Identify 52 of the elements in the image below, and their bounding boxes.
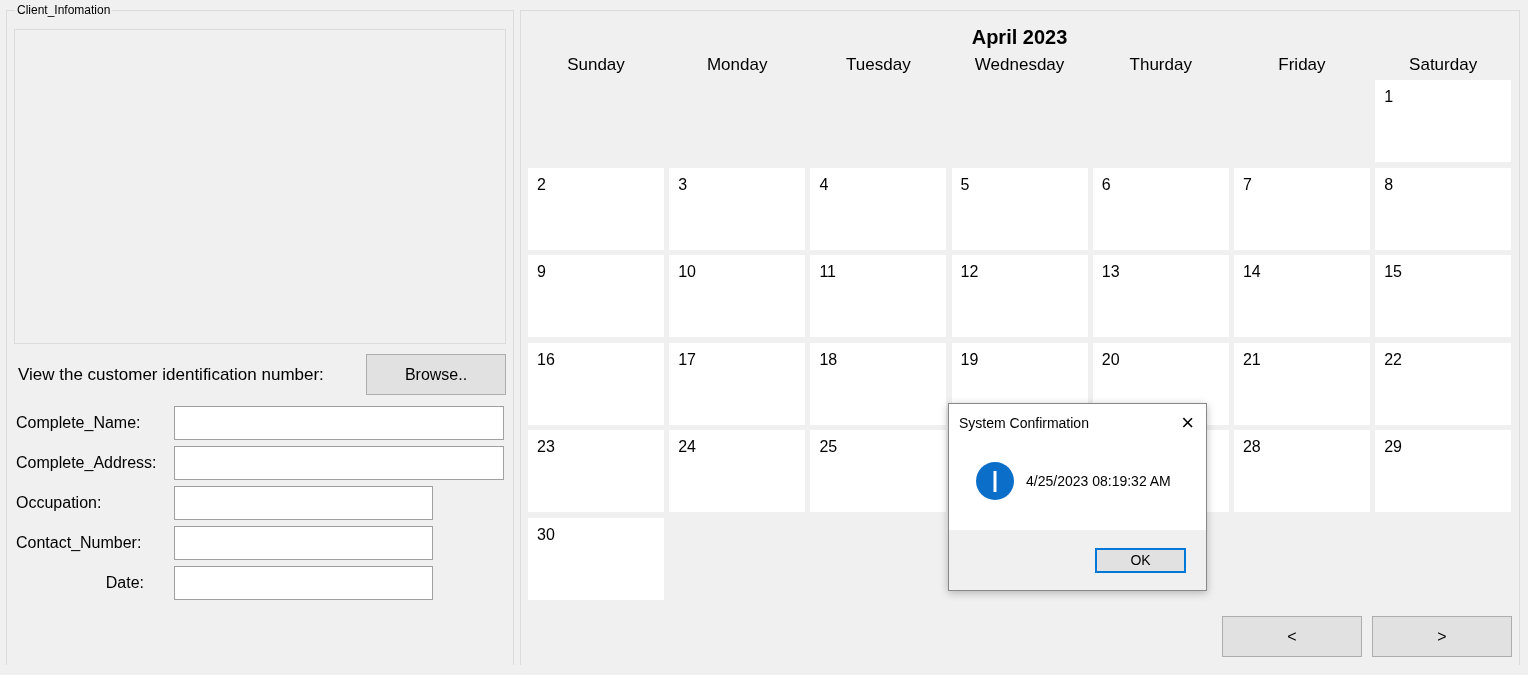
weekday-label: Tuesday [845,55,912,75]
field-label: Complete_Address: [15,454,158,472]
day-cell[interactable]: 6 [1092,167,1229,250]
day-cell[interactable]: 15 [1375,255,1512,337]
field-label: Date: [104,574,145,592]
day-cell[interactable]: 7 [1233,167,1370,250]
id-prompt-label: View the customer identification number: [18,364,324,385]
day-cell[interactable]: 10 [669,255,806,337]
weekday-label: Wednesday [973,55,1066,75]
day-cell[interactable]: 22 [1375,342,1512,425]
day-cell[interactable]: 2 [528,167,664,250]
day-cell[interactable]: 11 [810,255,947,337]
previous-button[interactable]: < [1222,616,1362,657]
day-cell[interactable]: 4 [810,167,947,250]
day-cell[interactable]: 23 [528,430,664,512]
day-cell[interactable]: 3 [669,167,806,250]
dialog-message: 4/25/2023 08:19:32 AM [1026,473,1171,489]
text-field[interactable] [174,486,433,520]
next-button[interactable]: > [1372,616,1512,657]
weekday-label: Friday [1277,55,1327,75]
weekday-label: Thurday [1128,55,1193,75]
text-field[interactable] [174,446,504,480]
group-title: Client_Infomation [15,3,113,17]
day-cell[interactable]: 16 [528,342,664,425]
field-label: Contact_Number: [15,534,143,552]
text-field[interactable] [174,566,433,600]
day-cell[interactable]: 1 [1375,80,1512,162]
field-label: Complete_Name: [15,414,142,432]
weekday-label: Monday [705,55,769,75]
day-cell[interactable]: 17 [669,342,806,425]
day-cell[interactable]: 24 [669,430,806,512]
info-icon [976,462,1014,500]
month-title: April 2023 [970,26,1069,49]
field-label: Occupation: [15,494,103,512]
weekday-label: Sunday [566,55,626,75]
day-cell[interactable]: 14 [1233,255,1370,337]
text-field[interactable] [174,406,504,440]
day-cell[interactable]: 5 [951,167,1088,250]
day-cell[interactable]: 30 [528,517,664,600]
day-cell[interactable]: 25 [810,430,947,512]
day-cell[interactable]: 18 [810,342,947,425]
ok-button[interactable]: OK [1095,547,1186,573]
day-cell[interactable]: 29 [1375,430,1512,512]
day-cell[interactable]: 9 [528,255,664,337]
text-field[interactable] [174,526,433,560]
browse-button[interactable]: Browse.. [366,354,506,395]
day-cell[interactable]: 12 [951,255,1088,337]
day-cell[interactable]: 21 [1233,342,1370,425]
day-cell[interactable]: 8 [1375,167,1512,250]
weekday-label: Saturday [1408,55,1479,75]
day-cell[interactable]: 13 [1092,255,1229,337]
day-cell[interactable]: 28 [1233,430,1370,512]
